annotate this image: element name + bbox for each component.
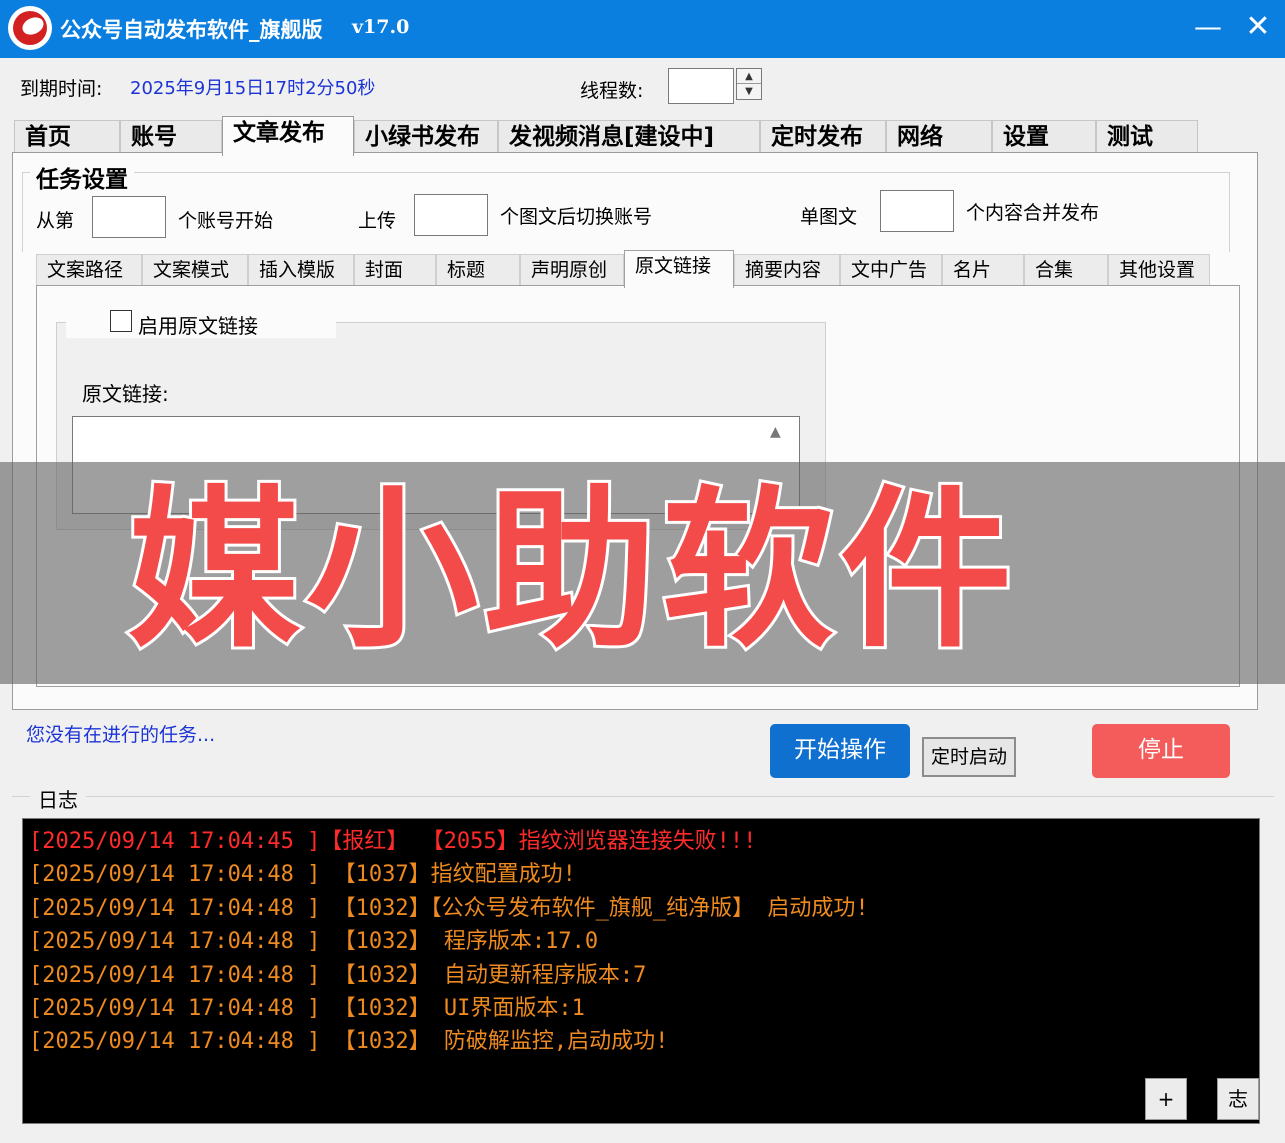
- app-logo-icon: [8, 6, 52, 50]
- thread-count-label: 线程数:: [580, 80, 644, 102]
- tab-video-message[interactable]: 发视频消息[建设中]: [498, 120, 760, 154]
- thread-count-input[interactable]: [668, 68, 734, 104]
- tab-network[interactable]: 网络: [886, 120, 992, 154]
- subtab-summary[interactable]: 摘要内容: [734, 254, 840, 286]
- log-output[interactable]: [2025/09/14 17:04:45 ]【报红】 【2055】指纹浏览器连接…: [22, 818, 1260, 1124]
- task-status-text: 您没有在进行的任务...: [26, 724, 216, 746]
- enable-original-link-label[interactable]: 启用原文链接: [138, 310, 258, 339]
- upload-suffix: 个图文后切换账号: [500, 206, 653, 228]
- subtab-cover[interactable]: 封面: [354, 254, 436, 286]
- log-line: [2025/09/14 17:04:48 ] 【1037】指纹配置成功!: [29, 862, 576, 888]
- single-article-label: 单图文: [800, 206, 858, 228]
- upload-count-input[interactable]: [414, 194, 488, 236]
- subtab-inline-ads[interactable]: 文中广告: [840, 254, 942, 286]
- subtab-original-link[interactable]: 原文链接: [624, 250, 734, 288]
- enable-original-link-checkbox[interactable]: [110, 310, 132, 332]
- log-line: [2025/09/14 17:04:48 ] 【1032】【公众号发布软件_旗舰…: [29, 895, 869, 921]
- from-account-input[interactable]: [92, 196, 166, 238]
- original-link-label: 原文链接:: [82, 382, 169, 406]
- subtab-other-settings[interactable]: 其他设置: [1108, 254, 1210, 286]
- tab-xiaolvshu-publish[interactable]: 小绿书发布: [354, 120, 498, 154]
- task-settings-title: 任务设置: [30, 160, 134, 194]
- tab-accounts[interactable]: 账号: [120, 120, 222, 154]
- subtab-card[interactable]: 名片: [942, 254, 1024, 286]
- from-account-suffix: 个账号开始: [178, 210, 274, 232]
- log-line: [2025/09/14 17:04:48 ] 【1032】 防破解监控,启动成功…: [29, 1029, 669, 1055]
- subtab-copy-mode[interactable]: 文案模式: [142, 254, 248, 286]
- single-article-input[interactable]: [880, 190, 954, 232]
- tab-article-publish[interactable]: 文章发布: [222, 116, 354, 156]
- log-line: [2025/09/14 17:04:48 ] 【1032】 自动更新程序版本:7: [29, 962, 647, 988]
- window-title: 公众号自动发布软件_旗舰版: [60, 18, 323, 42]
- subtab-copy-path[interactable]: 文案路径: [36, 254, 142, 286]
- thread-count-spinner[interactable]: ▲ ▼: [736, 68, 762, 100]
- stop-button[interactable]: 停止: [1092, 724, 1230, 778]
- subtab-original-declare[interactable]: 声明原创: [520, 254, 624, 286]
- log-line: [2025/09/14 17:04:48 ] 【1032】 UI界面版本:1: [29, 995, 585, 1021]
- subtab-insert-template[interactable]: 插入模版: [248, 254, 354, 286]
- close-button[interactable]: ✕: [1240, 10, 1276, 44]
- timer-start-button[interactable]: 定时启动: [922, 737, 1016, 777]
- log-title: 日志: [30, 784, 86, 813]
- start-button[interactable]: 开始操作: [770, 724, 910, 778]
- spinner-down-icon[interactable]: ▼: [737, 84, 761, 99]
- from-account-label: 从第: [36, 210, 75, 232]
- tab-home[interactable]: 首页: [14, 120, 120, 154]
- title-bar: 公众号自动发布软件_旗舰版 v17.0 — ✕: [0, 0, 1285, 58]
- watermark-text: 媒小助软件: [125, 467, 1018, 674]
- single-article-suffix: 个内容合并发布: [966, 202, 1100, 224]
- tab-test[interactable]: 测试: [1096, 120, 1198, 154]
- scroll-up-arrow-icon[interactable]: ▲: [770, 424, 781, 440]
- upload-label: 上传: [358, 210, 397, 232]
- subtab-collection[interactable]: 合集: [1024, 254, 1108, 286]
- log-zhi-button[interactable]: 志: [1217, 1078, 1259, 1120]
- tab-settings[interactable]: 设置: [992, 120, 1096, 154]
- subtab-title[interactable]: 标题: [436, 254, 520, 286]
- minimize-button[interactable]: —: [1190, 10, 1226, 44]
- log-line: [2025/09/14 17:04:45 ]【报红】 【2055】指纹浏览器连接…: [29, 829, 757, 854]
- log-line: [2025/09/14 17:04:48 ] 【1032】 程序版本:17.0: [29, 929, 599, 955]
- app-version: v17.0: [352, 16, 410, 38]
- tab-scheduled-publish[interactable]: 定时发布: [760, 120, 886, 154]
- spinner-up-icon[interactable]: ▲: [737, 69, 761, 84]
- expiry-value: 2025年9月15日17时2分50秒: [130, 78, 376, 99]
- log-expand-button[interactable]: +: [1145, 1078, 1187, 1120]
- expiry-label: 到期时间:: [20, 78, 103, 100]
